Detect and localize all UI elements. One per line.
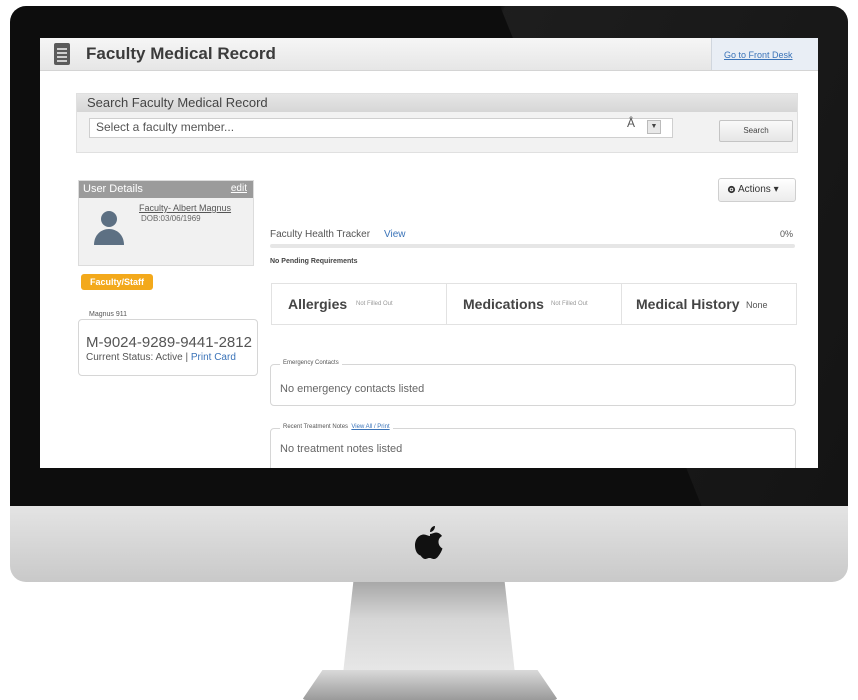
edit-link[interactable]: edit [231, 183, 247, 194]
medical-history-title: Medical History [636, 296, 740, 312]
allergies-title: Allergies [288, 296, 348, 312]
actions-button[interactable]: Actions ▾ [718, 178, 796, 202]
health-tracker-view-link[interactable]: View [384, 229, 406, 240]
actions-label: Actions ▾ [738, 184, 779, 195]
search-panel: Search Faculty Medical Record Select a f… [76, 93, 798, 153]
user-details-card: User Details edit Faculty- Albert Magnus… [78, 180, 254, 266]
search-heading: Search Faculty Medical Record [87, 95, 268, 110]
document-icon [54, 43, 70, 65]
health-tracker-percent: 0% [780, 229, 794, 239]
card-status-separator: | [182, 352, 191, 363]
top-bar: Faculty Medical Record Go to Front Desk [40, 38, 818, 71]
medical-history-status: None [746, 300, 768, 310]
role-badge-label: Faculty/Staff [89, 277, 144, 287]
chevron-down-icon[interactable]: ▼ [647, 120, 661, 134]
card-number: M-9024-9289-9441-2812 [86, 334, 252, 351]
treatment-notes-legend: Recent Treatment Notes [283, 424, 349, 430]
search-button-label: Search [743, 126, 769, 135]
monitor-stand-foot [302, 670, 558, 700]
user-dob: DOB:03/06/1969 [141, 214, 201, 223]
medical-history-tile[interactable]: Medical History None [621, 283, 797, 325]
health-tracker-label: Faculty Health Tracker [270, 229, 371, 240]
faculty-search-input[interactable]: Select a faculty member... [89, 118, 673, 138]
emergency-contacts-empty: No emergency contacts listed [280, 383, 425, 395]
pending-requirements: No Pending Requirements [270, 258, 358, 265]
gear-icon [727, 185, 736, 194]
search-placeholder: Select a faculty member... [96, 120, 235, 134]
monitor-stand-neck [343, 582, 515, 674]
card-status: Current Status: Active [86, 352, 183, 363]
user-details-header: User Details edit [79, 181, 253, 198]
medications-tile[interactable]: Medications Not Filled Out [446, 283, 622, 325]
accent-glyph: Å [627, 116, 636, 130]
allergies-tile[interactable]: Allergies Not Filled Out [271, 283, 447, 325]
role-badge: Faculty/Staff [81, 274, 153, 290]
allergies-status: Not Filled Out [356, 301, 393, 307]
emergency-contacts-legend: Emergency Contacts [280, 360, 342, 366]
health-tracker-progress-bar [270, 244, 795, 248]
treatment-notes-empty: No treatment notes listed [280, 443, 403, 455]
apple-logo-icon [415, 526, 443, 559]
view-all-print-link[interactable]: View All / Print [351, 424, 389, 430]
medications-status: Not Filled Out [551, 301, 588, 307]
search-panel-header: Search Faculty Medical Record [77, 94, 797, 112]
search-button[interactable]: Search [719, 120, 793, 142]
medications-title: Medications [463, 296, 544, 312]
card-legend: Magnus 911 [86, 311, 131, 318]
user-details-title: User Details [83, 183, 143, 195]
user-name-link[interactable]: Faculty- Albert Magnus [139, 203, 231, 213]
page-title: Faculty Medical Record [86, 44, 276, 63]
user-avatar-icon [94, 211, 124, 245]
screen: Faculty Medical Record Go to Front Desk … [40, 38, 818, 468]
treatment-notes-legend-wrap: Recent Treatment Notes View All / Print [280, 424, 393, 430]
print-card-link[interactable]: Print Card [191, 352, 236, 363]
card-status-line: Current Status: Active | Print Card [86, 352, 236, 363]
front-desk-link-container: Go to Front Desk [711, 38, 818, 70]
go-to-front-desk-link[interactable]: Go to Front Desk [724, 50, 793, 60]
